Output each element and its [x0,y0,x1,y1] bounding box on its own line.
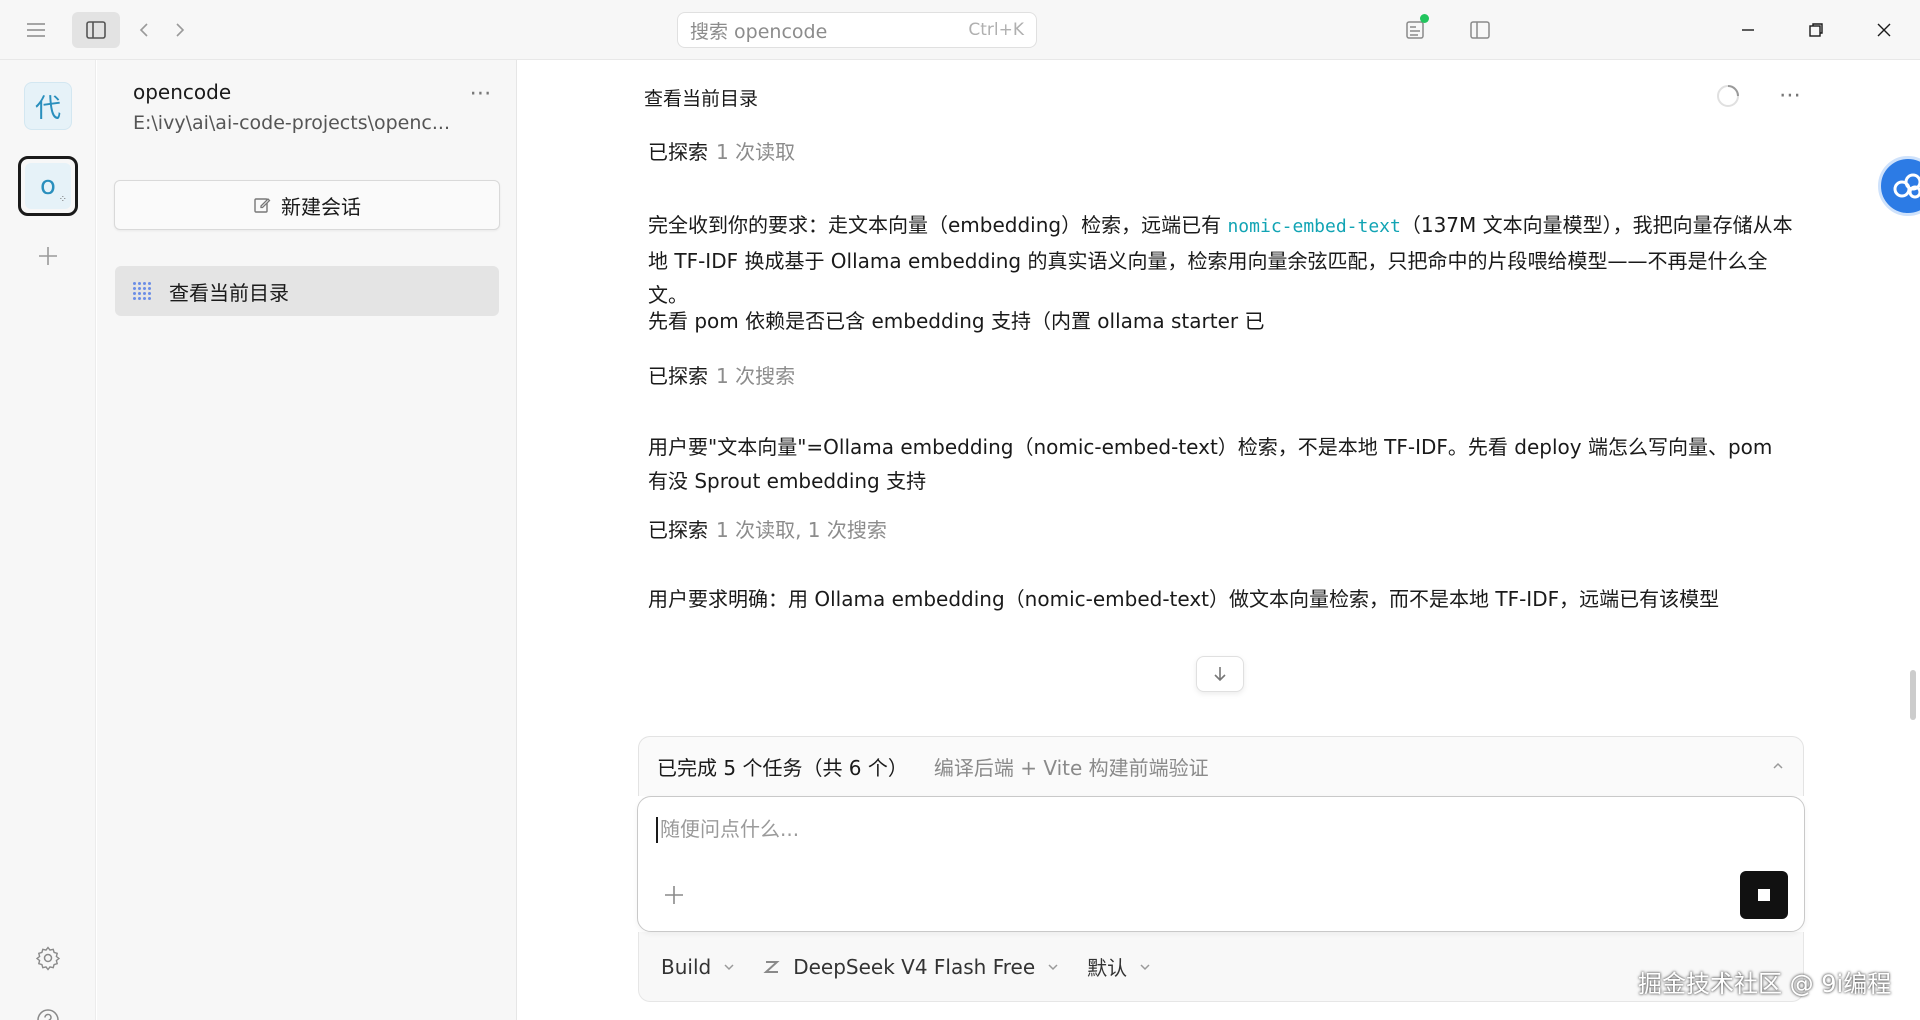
minimize-icon[interactable] [1724,12,1772,48]
project-initial: 代 [34,93,61,124]
settings-gear-icon[interactable] [30,940,66,976]
search-shortcut: Ctrl+K [968,20,1024,40]
new-session-label: 新建会话 [281,194,361,219]
attach-plus-icon[interactable] [658,879,690,911]
edit-icon [254,198,271,213]
main-panel: 查看当前目录 ⋯ 已探索 1 次读取 完全收到你的要求：走文本向量（embeddi… [518,60,1920,1020]
current-task-label: 编译后端 + Vite 构建前端验证 [933,756,1209,780]
variant-select[interactable]: 默认 [1087,952,1151,981]
assistant-message: 完全收到你的要求：走文本向量（embedding）检索，远端已有 nomic-e… [648,208,1798,312]
assistant-message: 用户要"文本向量"=Ollama embedding（nomic-embed-t… [648,435,1773,493]
inline-code: nomic-embed-text [1227,216,1401,237]
sessions-sidebar: opencode E:\ivy\ai\ai-code-projects\open… [97,60,517,1020]
project-initial: o [40,171,56,201]
search-input[interactable]: 搜索 opencode Ctrl+K [677,12,1037,48]
project-avatar-2: o ⁘ [25,163,71,209]
explored-detail: 1 次搜索 [716,364,796,388]
forward-icon[interactable] [158,12,202,48]
assistant-float-icon[interactable] [1878,156,1920,216]
model-provider-icon [763,960,780,973]
variant-value: 默认 [1087,956,1128,980]
status-dot [1420,14,1429,23]
explored-label: 已探索 [648,518,708,542]
scrollbar[interactable] [1910,670,1916,720]
right-panel-icon[interactable] [1458,12,1502,48]
stop-button[interactable] [1740,871,1788,919]
mode-select[interactable]: Build [661,955,735,979]
restore-icon[interactable] [1792,12,1840,48]
project-name: opencode [133,80,232,104]
assistant-message: 先看 pom 依赖是否已含 embedding 支持（内置 ollama sta… [648,309,1265,333]
assistant-message: 用户要求明确：用 Ollama embedding（nomic-embed-te… [648,587,1720,611]
project-rail: 代 o ⁘ [0,60,96,1020]
chevron-up-icon[interactable] [1771,759,1785,775]
explored-summary[interactable]: 已探索 1 次搜索 [648,360,795,389]
prompt-input[interactable]: 随便问点什么... [656,817,1756,843]
explored-label: 已探索 [648,140,708,164]
stop-icon [1758,889,1770,901]
review-panel-icon[interactable] [1393,12,1437,48]
composer-options: Build DeepSeek V4 Flash Free 默认 [638,932,1804,1002]
chevron-down-icon [1140,963,1150,970]
watermark: 掘金技术社区 @ 9i编程 [1638,970,1892,998]
project-sub-icon: ⁘ [58,194,67,205]
model-value: DeepSeek V4 Flash Free [793,954,1036,979]
project-path: E:\ivy\ai\ai-code-projects\openc... [133,112,450,134]
explored-label: 已探索 [648,364,708,388]
help-icon[interactable] [30,1002,66,1020]
project-more-button[interactable]: ⋯ [463,78,499,108]
prompt-composer: 随便问点什么... [637,796,1805,932]
search-placeholder: 搜索 opencode [690,20,828,43]
working-dots-icon [133,282,151,300]
sidebar-toggle-icon[interactable] [72,12,120,48]
chevron-down-icon [1048,963,1058,970]
add-project-icon[interactable] [30,238,66,274]
tasks-done-label: 已完成 5 个任务（共 6 个） [657,756,908,780]
mode-value: Build [661,954,712,979]
session-title: 查看当前目录 [169,280,289,305]
chevron-down-icon [724,963,734,970]
project-avatar-1[interactable]: 代 [24,82,72,130]
explored-summary[interactable]: 已探索 1 次读取 [648,136,795,165]
session-more-button[interactable]: ⋯ [1772,80,1808,110]
tasks-progress-bar[interactable]: 已完成 5 个任务（共 6 个） 编译后端 + Vite 构建前端验证 [638,736,1804,796]
project-avatar-2-selected[interactable]: o ⁘ [18,156,78,216]
scroll-to-bottom-button[interactable] [1196,656,1244,692]
new-session-button[interactable]: 新建会话 [114,180,500,230]
explored-summary[interactable]: 已探索 1 次读取, 1 次搜索 [648,514,887,543]
menu-icon[interactable] [12,12,60,48]
message-text: 完全收到你的要求：走文本向量（embedding）检索，远端已有 [648,213,1228,237]
explored-detail: 1 次读取, 1 次搜索 [716,518,887,542]
close-icon[interactable] [1860,12,1908,48]
session-item-current[interactable]: 查看当前目录 [115,266,499,316]
model-select[interactable]: DeepSeek V4 Flash Free [763,955,1059,979]
explored-detail: 1 次读取 [716,140,796,164]
message-transcript: 已探索 1 次读取 完全收到你的要求：走文本向量（embedding）检索，远端已… [648,120,1798,796]
title-bar: 搜索 opencode Ctrl+K [0,0,1920,60]
loading-spinner-icon [1714,82,1742,110]
session-title-header: 查看当前目录 [644,88,759,110]
